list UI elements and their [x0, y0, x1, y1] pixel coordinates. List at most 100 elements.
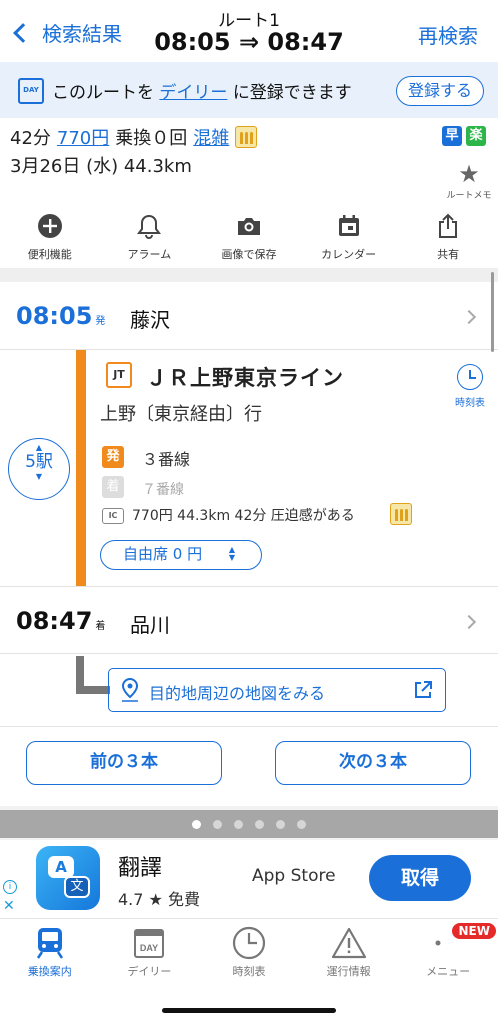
share-icon — [437, 212, 459, 240]
stations-count: 5駅 — [25, 452, 53, 472]
page-indicator — [0, 810, 498, 838]
seat-type-select[interactable]: 自由席 0 円 ▲ ▼ — [100, 540, 262, 570]
toolbar-label: アラーム — [127, 248, 172, 261]
page-dot-active[interactable] — [192, 819, 201, 829]
clock-icon — [457, 364, 483, 390]
crowd-level-icon — [235, 126, 258, 148]
ad-title: 翻譯 — [118, 856, 163, 881]
segment-fare-info: 770円 44.3km 42分 圧迫感がある — [132, 508, 355, 524]
banner-text-after: に登録できます — [232, 83, 352, 103]
page-dot[interactable] — [276, 819, 285, 829]
map-link-label: 目的地周辺の地図をみる — [149, 684, 326, 703]
walk-connector — [76, 686, 110, 694]
ic-card-icon: IC — [102, 508, 124, 524]
crowd-level-icon — [390, 503, 412, 525]
banner-text-before: このルートを — [52, 83, 154, 103]
toolbar-label: カレンダー — [321, 248, 377, 261]
stations-count-button[interactable]: ▲ 5駅 ▼ — [8, 438, 70, 500]
toolbar-label: 共有 — [437, 248, 460, 261]
day-icon: DAY — [18, 78, 44, 104]
action-toolbar: 便利機能 アラーム 画像で保存 カレンダー 共有 — [0, 212, 498, 268]
register-button[interactable]: 登録する — [396, 76, 484, 106]
bell-icon — [137, 212, 162, 240]
arrival-row[interactable]: 08:47 着 品川 — [0, 586, 498, 654]
tab-label: メニュー — [426, 965, 471, 978]
tab-timetable[interactable]: 時刻表 — [199, 919, 299, 990]
arrival-time: 08:47 着 — [16, 607, 105, 635]
page-dot[interactable] — [255, 819, 264, 829]
destination: 上野〔東京経由〕行 — [100, 404, 262, 425]
ad-close-icon[interactable]: ✕ — [3, 898, 15, 914]
svg-text:DAY: DAY — [140, 943, 158, 953]
daily-banner: DAY このルートを デイリー に登録できます 登録する — [0, 62, 498, 118]
header: 検索結果 ルート1 08:05 ⇒ 08:47 再検索 — [0, 0, 498, 62]
departure-platform-badge: 発 — [102, 446, 124, 468]
home-indicator[interactable] — [162, 1008, 336, 1013]
save-image-button[interactable]: 画像で保存 — [199, 212, 299, 268]
tab-service-info[interactable]: 運行情報 — [299, 919, 399, 990]
app-icon-letter-a: A — [48, 856, 74, 878]
triangle-up-icon: ▲ — [35, 443, 43, 452]
departure-time-value: 08:05 — [16, 302, 93, 330]
crowd-link[interactable]: 混雑 — [193, 124, 229, 150]
arrival-platform: ７番線 — [142, 482, 184, 498]
plus-circle-icon — [37, 212, 63, 240]
page-dot[interactable] — [297, 819, 306, 829]
toolbar-label: 便利機能 — [27, 248, 72, 261]
line-color-bar — [76, 350, 86, 586]
ad-rating: 4.7 ★ 免費 — [118, 890, 200, 909]
previous-three-button[interactable]: 前の３本 — [26, 741, 222, 785]
external-link-icon — [413, 680, 433, 704]
route-memo-label: ルートメモ — [446, 191, 492, 201]
ad-store: App Store — [252, 866, 336, 886]
camera-icon — [236, 212, 262, 240]
route-memo-button[interactable]: ★ ルートメモ — [446, 162, 492, 201]
fare-link[interactable]: 770円 — [57, 124, 109, 150]
departure-station: 藤沢 — [130, 308, 170, 332]
research-button[interactable]: 再検索 — [418, 20, 478, 49]
line-badge: JT — [106, 362, 132, 388]
tab-transfer[interactable]: 乗換案内 — [0, 919, 100, 990]
calendar-button[interactable]: カレンダー — [299, 212, 399, 268]
date-distance: 3月26日 (水) 44.3km — [10, 156, 192, 177]
share-button[interactable]: 共有 — [398, 212, 498, 268]
page-dot[interactable] — [213, 819, 222, 829]
tab-bar: 乗換案内 DAY デイリー 時刻表 運行情報 メニュー NEW — [0, 918, 498, 990]
warning-icon — [331, 925, 367, 961]
triangle-down-icon: ▼ — [35, 472, 43, 481]
early-badge: 早 — [442, 126, 462, 146]
next-three-button[interactable]: 次の３本 — [275, 741, 471, 785]
tab-daily[interactable]: DAY デイリー — [100, 919, 200, 990]
daily-link[interactable]: デイリー — [159, 83, 227, 103]
destination-map-button[interactable]: 目的地周辺の地図をみる — [108, 668, 446, 712]
easy-badge: 楽 — [466, 126, 486, 146]
ad-banner[interactable]: i ✕ A 文 翻譯 4.7 ★ 免費 App Store 取得 — [0, 840, 498, 918]
tab-menu[interactable]: メニュー NEW — [398, 919, 498, 990]
app-icon-letter-b: 文 — [64, 876, 90, 898]
alarm-button[interactable]: アラーム — [100, 212, 200, 268]
ad-info-icon[interactable]: i — [3, 880, 17, 894]
timetable-button[interactable]: 時刻表 — [450, 364, 490, 409]
map-pin-icon — [119, 677, 141, 707]
new-badge: NEW — [452, 923, 496, 939]
clock-icon — [232, 925, 266, 961]
departure-row[interactable]: 08:05 発 藤沢 — [0, 282, 498, 350]
day-calendar-icon: DAY — [133, 925, 165, 961]
toolbar-label: 画像で保存 — [221, 248, 277, 261]
banner-text: このルートを デイリー に登録できます — [52, 78, 352, 103]
divider — [0, 726, 498, 727]
departure-time: 08:05 発 — [16, 302, 105, 330]
scrollbar[interactable] — [491, 272, 494, 352]
ad-get-button[interactable]: 取得 — [369, 855, 471, 901]
tab-label: デイリー — [127, 965, 172, 978]
route-summary: 42分 770円 乗換０回 混雑 — [10, 124, 258, 150]
line-name[interactable]: ＪＲ上野東京ライン — [146, 362, 344, 392]
page-dot[interactable] — [234, 819, 243, 829]
tab-label: 乗換案内 — [27, 965, 72, 978]
convenience-button[interactable]: 便利機能 — [0, 212, 100, 268]
seat-type-value: 自由席 0 円 — [123, 545, 203, 563]
tab-label: 運行情報 — [326, 965, 371, 978]
transfers: 乗換０回 — [115, 128, 188, 149]
arrival-time-value: 08:47 — [16, 607, 93, 635]
tab-label: 時刻表 — [232, 965, 266, 978]
